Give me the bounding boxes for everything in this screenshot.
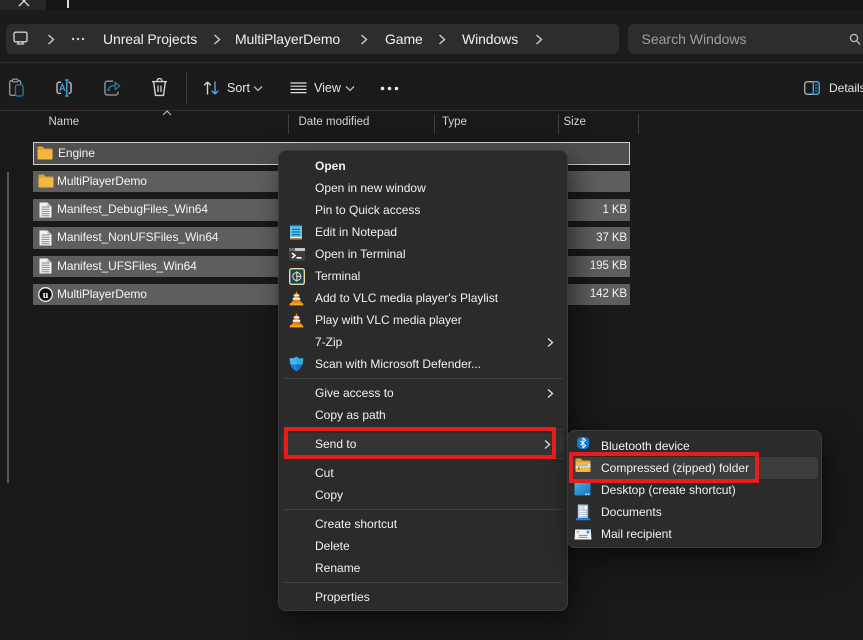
svg-text:u: u bbox=[42, 290, 48, 301]
